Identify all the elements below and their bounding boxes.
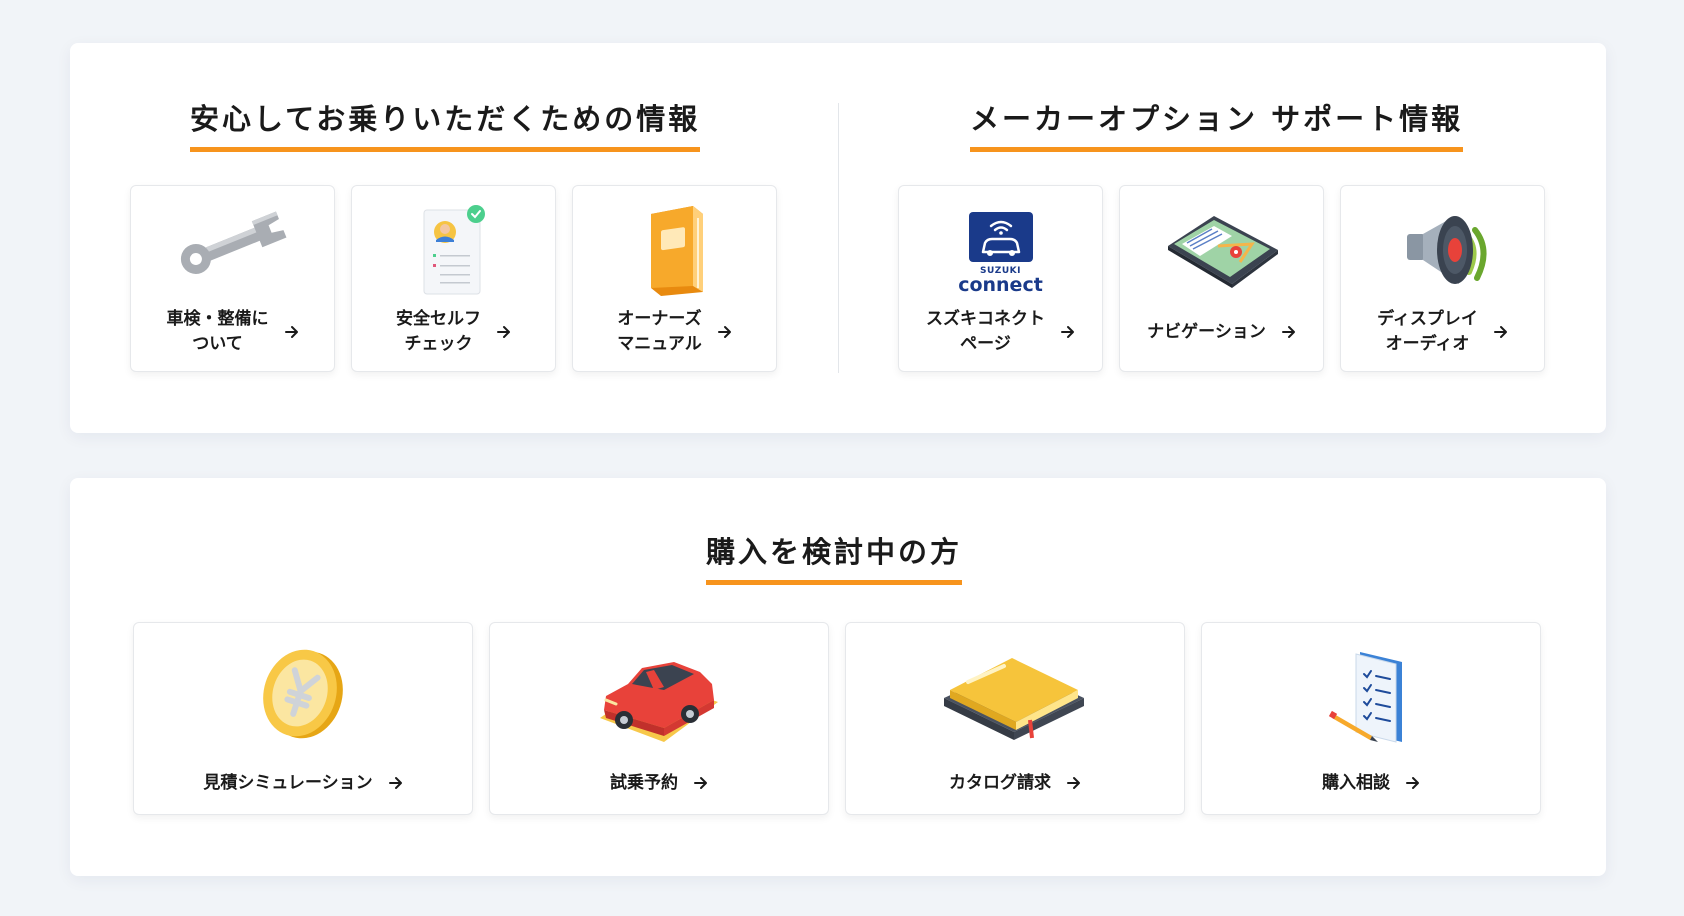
arrow-right-icon bbox=[388, 777, 402, 789]
safety-self-check-card[interactable]: 安全セルフ チェック bbox=[351, 185, 556, 372]
arrow-right-icon bbox=[717, 326, 731, 338]
checklist-icon bbox=[423, 205, 485, 295]
card-label: 安全セルフ チェック bbox=[396, 309, 481, 354]
card-footer: カタログ請求 bbox=[846, 763, 1184, 803]
section-divider bbox=[838, 103, 839, 373]
catalog-book-icon bbox=[944, 658, 1084, 740]
connect-logo-text: connect bbox=[958, 274, 1043, 296]
display-audio-card[interactable]: ディスプレイ オーディオ bbox=[1340, 185, 1545, 372]
card-footer: オーナーズ マニュアル bbox=[573, 306, 776, 358]
navigation-card[interactable]: ナビゲーション bbox=[1119, 185, 1324, 372]
card-footer: 車検・整備に ついて bbox=[131, 306, 334, 358]
navigation-tablet-icon bbox=[1167, 216, 1278, 288]
arrow-right-icon bbox=[1067, 777, 1080, 789]
card-label: 見積シミュレーション bbox=[203, 772, 373, 793]
card-label: ナビゲーション bbox=[1147, 321, 1266, 342]
suzuki-connect-logo: SUZUKI connect bbox=[956, 212, 1046, 302]
wrench-icon bbox=[180, 211, 286, 274]
card-label: カタログ請求 bbox=[949, 772, 1051, 793]
suzuki-connect-card[interactable]: SUZUKI connect スズキコネクト ページ bbox=[898, 185, 1103, 372]
card-label: 購入相談 bbox=[1322, 772, 1390, 793]
estimate-simulation-card[interactable]: 見積シミュレーション bbox=[133, 622, 473, 815]
card-footer: 見積シミュレーション bbox=[134, 763, 472, 803]
arrow-right-icon bbox=[1406, 777, 1419, 789]
test-drive-reservation-card[interactable]: 試乗予約 bbox=[489, 622, 829, 815]
card-footer: 安全セルフ チェック bbox=[352, 306, 555, 358]
card-footer: 試乗予約 bbox=[490, 763, 828, 803]
safety-info-title: 安心してお乗りいただくための情報 bbox=[190, 101, 701, 153]
card-label: オーナーズ マニュアル bbox=[617, 309, 702, 354]
support-info-panel: 安心してお乗りいただくための情報 メーカーオプション サポート情報 車検・整備に… bbox=[70, 43, 1606, 433]
purchase-title: 購入を検討中の方 bbox=[706, 534, 963, 586]
purchase-info-panel: 購入を検討中の方 見積シミュレーション 試乗予約 カタログ請求 購入相談 bbox=[70, 478, 1606, 876]
purchase-consultation-card[interactable]: 購入相談 bbox=[1201, 622, 1541, 815]
arrow-right-icon bbox=[284, 326, 298, 338]
speaker-icon bbox=[1406, 216, 1486, 284]
catalog-request-card[interactable]: カタログ請求 bbox=[845, 622, 1185, 815]
card-label: ディスプレイ オーディオ bbox=[1377, 309, 1478, 354]
card-footer: ナビゲーション bbox=[1120, 306, 1323, 358]
arrow-right-icon bbox=[1061, 326, 1074, 338]
card-footer: スズキコネクト ページ bbox=[899, 306, 1102, 358]
connected-car-icon bbox=[968, 212, 1033, 262]
maker-option-title: メーカーオプション サポート情報 bbox=[970, 101, 1464, 153]
arrow-right-icon bbox=[1281, 326, 1295, 338]
card-label: 試乗予約 bbox=[610, 772, 678, 793]
card-label: 車検・整備に ついて bbox=[166, 309, 269, 354]
card-footer: ディスプレイ オーディオ bbox=[1341, 306, 1544, 358]
card-footer: 購入相談 bbox=[1202, 763, 1540, 803]
card-label: スズキコネクト ページ bbox=[926, 309, 1045, 354]
arrow-right-icon bbox=[694, 777, 707, 789]
yen-coin-icon bbox=[263, 649, 343, 739]
manual-book-icon bbox=[650, 206, 703, 296]
arrow-right-icon bbox=[497, 326, 510, 338]
red-car-icon bbox=[600, 662, 718, 742]
arrow-right-icon bbox=[1493, 326, 1507, 338]
inspection-maintenance-card[interactable]: 車検・整備に ついて bbox=[130, 185, 335, 372]
owners-manual-card[interactable]: オーナーズ マニュアル bbox=[572, 185, 777, 372]
notepad-pencil-icon bbox=[1328, 652, 1402, 743]
